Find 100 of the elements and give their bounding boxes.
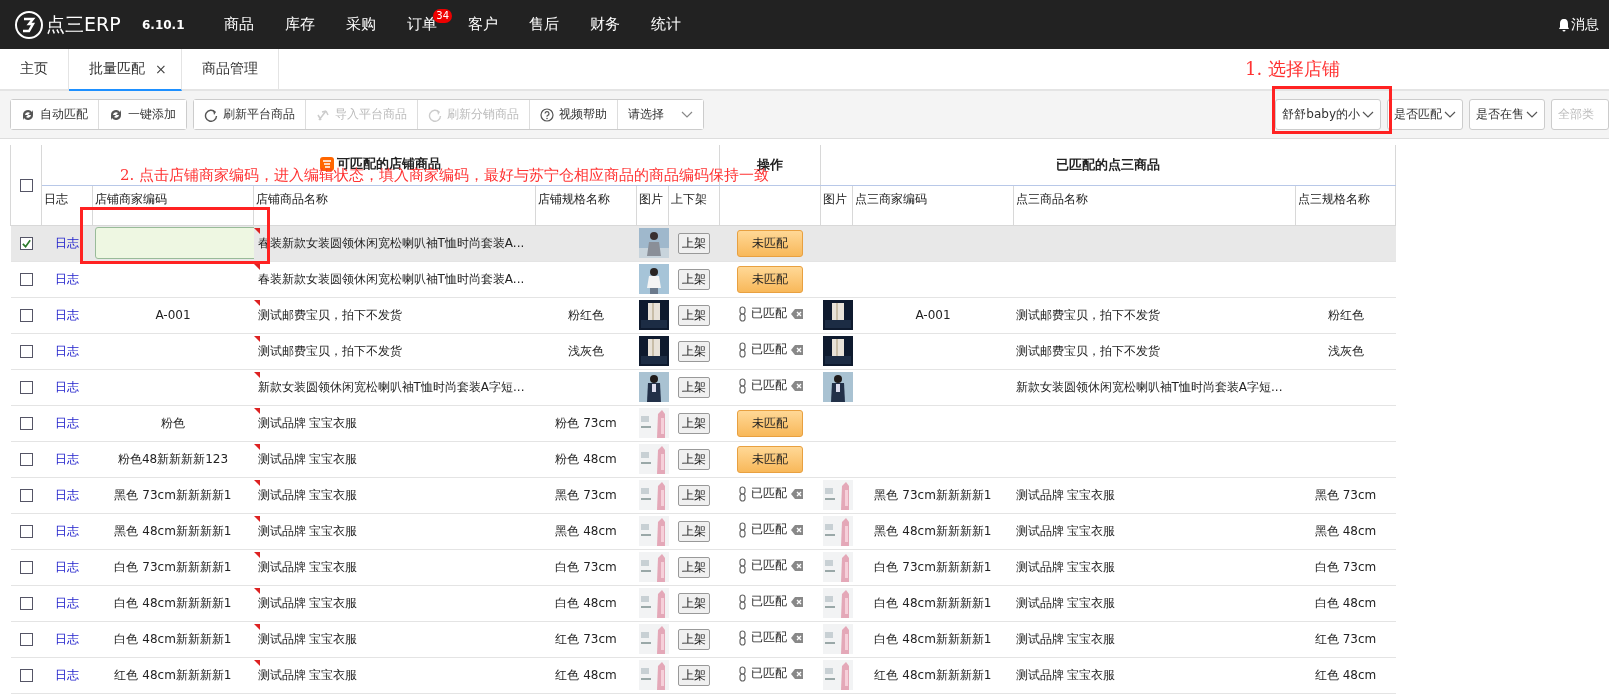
log-link[interactable]: 日志 bbox=[55, 523, 79, 538]
table-cell: 浅灰色 bbox=[568, 343, 604, 358]
column-group-header: 已匹配的点三商品 bbox=[1056, 155, 1160, 174]
log-link[interactable]: 日志 bbox=[55, 667, 79, 682]
table-cell: 测试品牌 宝宝衣服 bbox=[1015, 523, 1116, 538]
table-cell: 测试邮费宝贝，拍下不发货 bbox=[257, 307, 402, 322]
tab[interactable]: 商品管理 bbox=[181, 49, 279, 89]
menu-item[interactable]: 库存 bbox=[284, 15, 315, 34]
messages-link[interactable]: 消息 bbox=[1571, 15, 1599, 34]
checkbox[interactable] bbox=[19, 345, 33, 358]
code-input-field[interactable] bbox=[94, 227, 254, 259]
table-cell: 白色 48cm bbox=[1314, 595, 1377, 610]
shelf-button[interactable]: 上架 bbox=[678, 340, 710, 362]
shelf-button[interactable]: 上架 bbox=[678, 664, 710, 686]
match-status: 已匹配 bbox=[750, 593, 787, 611]
log-link[interactable]: 日志 bbox=[55, 559, 79, 574]
column-header: 图片 bbox=[636, 185, 669, 225]
menu-item[interactable]: 采购 bbox=[345, 15, 376, 34]
shelf-button[interactable]: 上架 bbox=[678, 412, 710, 434]
table-cell: 测试品牌 宝宝衣服 bbox=[257, 667, 358, 682]
corner-mark-icon bbox=[253, 335, 260, 342]
toolbar-button[interactable]: 自动匹配 bbox=[11, 100, 99, 129]
close-icon[interactable]: × bbox=[155, 61, 167, 77]
checkbox[interactable] bbox=[19, 525, 33, 538]
unmatched-button[interactable]: 未匹配 bbox=[737, 229, 803, 257]
match-status: 已匹配 bbox=[750, 341, 787, 359]
table-cell: 粉色48新新新新123 bbox=[117, 451, 229, 466]
checkbox[interactable] bbox=[19, 561, 33, 574]
link-icon bbox=[737, 521, 747, 538]
unmatched-button[interactable]: 未匹配 bbox=[737, 445, 803, 473]
corner-mark-icon bbox=[253, 263, 260, 270]
menu-item[interactable]: 财务 bbox=[589, 15, 620, 34]
shelf-button[interactable]: 上架 bbox=[678, 628, 710, 650]
logo-text: 点三ERP bbox=[46, 11, 121, 37]
shelf-button[interactable]: 上架 bbox=[678, 556, 710, 578]
log-link[interactable]: 日志 bbox=[55, 631, 79, 646]
corner-mark-icon bbox=[253, 515, 260, 522]
table-cell: 测试品牌 宝宝衣服 bbox=[257, 415, 358, 430]
log-link[interactable]: 日志 bbox=[55, 415, 79, 430]
menu-item[interactable]: 统计 bbox=[650, 15, 681, 34]
checkbox[interactable] bbox=[19, 489, 33, 502]
delete-icon bbox=[790, 667, 803, 680]
log-link[interactable]: 日志 bbox=[55, 487, 79, 502]
tab-label: 主页 bbox=[20, 60, 48, 78]
shelf-button[interactable]: 上架 bbox=[678, 592, 710, 614]
table-cell: 测试品牌 宝宝衣服 bbox=[257, 631, 358, 646]
shelf-button[interactable]: 上架 bbox=[678, 448, 710, 470]
column-header: 店铺商品名称 bbox=[253, 185, 536, 225]
checkbox[interactable] bbox=[19, 453, 33, 466]
table-cell: 白色 73cm bbox=[1314, 559, 1377, 574]
log-link[interactable]: 日志 bbox=[55, 235, 79, 250]
checkbox[interactable] bbox=[19, 178, 33, 192]
filter-select[interactable]: 是否匹配 bbox=[1387, 99, 1463, 130]
tab[interactable]: 主页 bbox=[0, 49, 69, 89]
match-status: 已匹配 bbox=[750, 305, 787, 323]
table-cell: 白色 73cm新新新新1 bbox=[874, 559, 992, 574]
match-status: 已匹配 bbox=[750, 521, 787, 539]
unmatched-button[interactable]: 未匹配 bbox=[737, 409, 803, 437]
table-cell: 测试邮费宝贝，拍下不发货 bbox=[1015, 343, 1160, 358]
shelf-button[interactable]: 上架 bbox=[678, 232, 710, 254]
shelf-button[interactable]: 上架 bbox=[678, 268, 710, 290]
bell-icon bbox=[1558, 17, 1570, 32]
menu-item[interactable]: 商品 bbox=[223, 15, 254, 34]
menu-item[interactable]: 客户 bbox=[467, 15, 498, 34]
table-cell: 粉红色 bbox=[1327, 307, 1364, 322]
shelf-button[interactable]: 上架 bbox=[678, 304, 710, 326]
log-link[interactable]: 日志 bbox=[55, 343, 79, 358]
checkbox[interactable] bbox=[19, 237, 33, 250]
shelf-button[interactable]: 上架 bbox=[678, 484, 710, 506]
filter-select[interactable]: 是否在售 bbox=[1469, 99, 1545, 130]
table-cell: 白色 48cm bbox=[555, 595, 617, 610]
shelf-button[interactable]: 上架 bbox=[678, 376, 710, 398]
table-cell: 黑色 48cm新新新新1 bbox=[114, 523, 232, 538]
checkbox[interactable] bbox=[19, 669, 33, 682]
menu-item[interactable]: 售后 bbox=[528, 15, 559, 34]
corner-mark-icon bbox=[253, 443, 260, 450]
log-link[interactable]: 日志 bbox=[55, 307, 79, 322]
corner-mark-icon bbox=[253, 407, 260, 414]
unmatched-button[interactable]: 未匹配 bbox=[737, 265, 803, 293]
table-cell: 测试品牌 宝宝衣服 bbox=[257, 559, 358, 574]
link-icon bbox=[737, 593, 747, 610]
checkbox[interactable] bbox=[19, 633, 33, 646]
checkbox[interactable] bbox=[19, 597, 33, 610]
shelf-button[interactable]: 上架 bbox=[678, 520, 710, 542]
filter-select[interactable]: 舒舒baby的小 bbox=[1275, 99, 1381, 130]
logo-icon bbox=[14, 9, 44, 40]
table-cell: 新款女装圆领休闲宽松喇叭袖T恤时尚套装A字短... bbox=[1015, 379, 1283, 394]
log-link[interactable]: 日志 bbox=[55, 595, 79, 610]
log-link[interactable]: 日志 bbox=[55, 271, 79, 286]
match-status: 已匹配 bbox=[750, 485, 787, 503]
link-icon bbox=[737, 629, 747, 646]
checkbox[interactable] bbox=[19, 273, 33, 286]
table-cell: 粉红色 bbox=[568, 307, 604, 322]
log-link[interactable]: 日志 bbox=[55, 451, 79, 466]
checkbox[interactable] bbox=[19, 417, 33, 430]
corner-mark-icon bbox=[253, 371, 260, 378]
log-link[interactable]: 日志 bbox=[55, 379, 79, 394]
checkbox[interactable] bbox=[19, 381, 33, 394]
checkbox[interactable] bbox=[19, 309, 33, 322]
check-icon bbox=[20, 238, 32, 249]
